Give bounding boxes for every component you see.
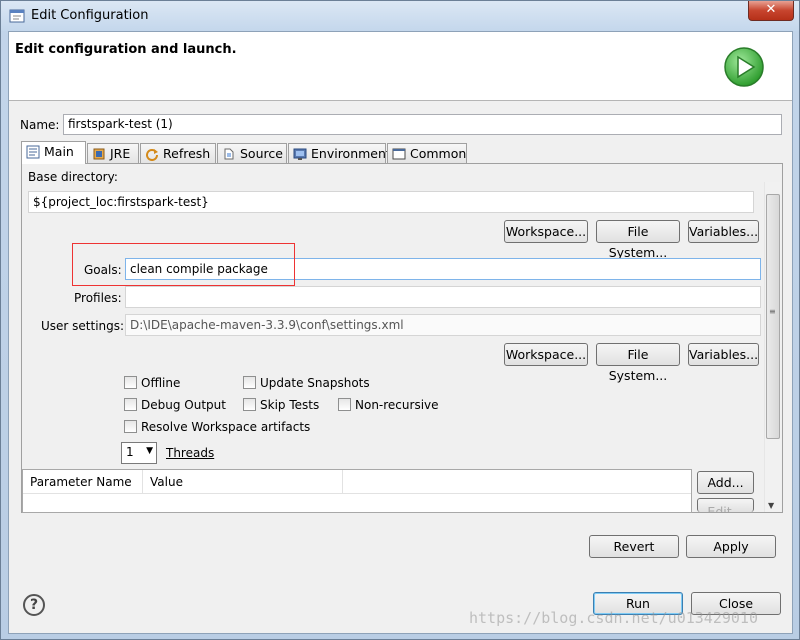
- environment-icon: [293, 148, 307, 160]
- tab-label: Common: [410, 146, 467, 161]
- debug-output-checkbox[interactable]: Debug Output: [124, 398, 226, 412]
- skip-tests-checkbox[interactable]: Skip Tests: [243, 398, 319, 412]
- checkbox-box: [124, 398, 137, 411]
- watermark-url: https://blog.csdn.net/u013429010: [469, 609, 758, 627]
- main-tab-icon: [26, 145, 40, 159]
- button-label: Revert: [613, 539, 655, 554]
- apply-button[interactable]: Apply: [686, 535, 776, 558]
- tab-label: Environment: [311, 146, 391, 161]
- tab-label: Refresh: [163, 146, 211, 161]
- column-header-value[interactable]: Value: [143, 470, 343, 494]
- edit-configuration-window: Edit Configuration ✕ Edit configuration …: [0, 0, 800, 640]
- tab-refresh[interactable]: Refresh: [140, 143, 216, 163]
- dialog-client-area: Edit configuration and launch. Name: fir…: [8, 31, 793, 634]
- threads-label: Threads: [166, 446, 214, 460]
- column-header-parameter-name[interactable]: Parameter Name: [23, 470, 143, 494]
- checkbox-label: Update Snapshots: [260, 376, 370, 390]
- title-bar: Edit Configuration ✕: [1, 1, 799, 31]
- checkbox-label: Resolve Workspace artifacts: [141, 420, 311, 434]
- scroll-down-icon[interactable]: ▼: [768, 501, 774, 510]
- checkbox-box: [124, 420, 137, 433]
- parameters-table[interactable]: Parameter Name Value: [22, 469, 692, 513]
- tab-label: JRE: [110, 146, 131, 161]
- goals-label: Goals:: [84, 263, 122, 277]
- offline-checkbox[interactable]: Offline: [124, 376, 180, 390]
- checkbox-box: [338, 398, 351, 411]
- checkbox-label: Debug Output: [141, 398, 226, 412]
- banner-title: Edit configuration and launch.: [15, 42, 237, 57]
- workspace-button-1[interactable]: Workspace...: [504, 220, 588, 243]
- close-icon: ✕: [765, 2, 777, 17]
- profiles-field[interactable]: [125, 286, 761, 308]
- edit-parameter-button[interactable]: Edit...: [697, 498, 754, 512]
- update-snapshots-checkbox[interactable]: Update Snapshots: [243, 376, 370, 390]
- user-settings-field[interactable]: D:\IDE\apache-maven-3.3.9\conf\settings.…: [125, 314, 761, 336]
- user-settings-label: User settings:: [41, 319, 125, 333]
- button-label: File System...: [608, 224, 668, 260]
- source-icon: [224, 148, 234, 160]
- checkbox-label: Non-recursive: [355, 398, 439, 412]
- profiles-label: Profiles:: [74, 291, 122, 305]
- workspace-button-2[interactable]: Workspace...: [504, 343, 588, 366]
- tab-environment[interactable]: Environment: [288, 143, 391, 163]
- button-label: Add...: [707, 475, 744, 490]
- checkbox-box: [124, 376, 137, 389]
- dialog-banner: Edit configuration and launch.: [9, 32, 792, 101]
- non-recursive-checkbox[interactable]: Non-recursive: [338, 398, 439, 412]
- base-directory-field[interactable]: ${project_loc:firstspark-test}: [28, 191, 754, 213]
- tab-common[interactable]: Common: [387, 143, 467, 163]
- button-label: Edit...: [707, 504, 744, 512]
- checkbox-box: [243, 376, 256, 389]
- tab-source[interactable]: Source: [217, 143, 287, 163]
- file-system-button-1[interactable]: File System...: [596, 220, 680, 260]
- column-header-empty: [343, 470, 691, 494]
- button-label: Apply: [713, 539, 749, 554]
- threads-select[interactable]: 1 ▼: [121, 442, 157, 464]
- button-label: File System...: [608, 347, 668, 383]
- chevron-down-icon: ▼: [146, 446, 153, 456]
- add-parameter-button[interactable]: Add...: [697, 471, 754, 494]
- run-launch-icon: [724, 47, 764, 87]
- button-label: Workspace...: [505, 347, 587, 362]
- button-label: Workspace...: [505, 224, 587, 239]
- window-close-button[interactable]: ✕: [748, 1, 794, 21]
- tab-main[interactable]: Main: [21, 141, 86, 164]
- threads-label-text: Threads: [166, 446, 215, 460]
- name-field[interactable]: firstspark-test (1): [63, 114, 782, 135]
- tab-label: Source: [240, 146, 283, 161]
- button-label: Variables...: [689, 224, 759, 239]
- panel-scrollbar[interactable]: ≡ ▼: [764, 182, 781, 512]
- file-system-button-2[interactable]: File System...: [596, 343, 680, 383]
- base-directory-label: Base directory:: [28, 170, 118, 184]
- checkbox-label: Offline: [141, 376, 181, 390]
- grip-icon: ≡: [769, 307, 776, 316]
- variables-button-1[interactable]: Variables...: [688, 220, 759, 243]
- variables-button-2[interactable]: Variables...: [688, 343, 759, 366]
- checkbox-label: Skip Tests: [260, 398, 320, 412]
- refresh-icon: [146, 149, 158, 161]
- configuration-icon: [9, 9, 25, 23]
- resolve-workspace-checkbox[interactable]: Resolve Workspace artifacts: [124, 420, 310, 434]
- common-icon: [392, 148, 406, 160]
- window-title: Edit Configuration: [31, 8, 149, 23]
- scrollbar-thumb[interactable]: ≡: [766, 194, 780, 439]
- jre-icon: [93, 148, 105, 160]
- help-icon[interactable]: ?: [23, 594, 45, 616]
- goals-field[interactable]: clean compile package: [125, 258, 761, 280]
- button-label: Variables...: [689, 347, 759, 362]
- tab-label: Main: [44, 144, 74, 159]
- main-tab-panel: Base directory: ${project_loc:firstspark…: [21, 163, 783, 513]
- revert-button[interactable]: Revert: [589, 535, 679, 558]
- name-label: Name:: [20, 118, 60, 132]
- tab-jre[interactable]: JRE: [87, 143, 139, 163]
- threads-value: 1: [126, 445, 134, 459]
- checkbox-box: [243, 398, 256, 411]
